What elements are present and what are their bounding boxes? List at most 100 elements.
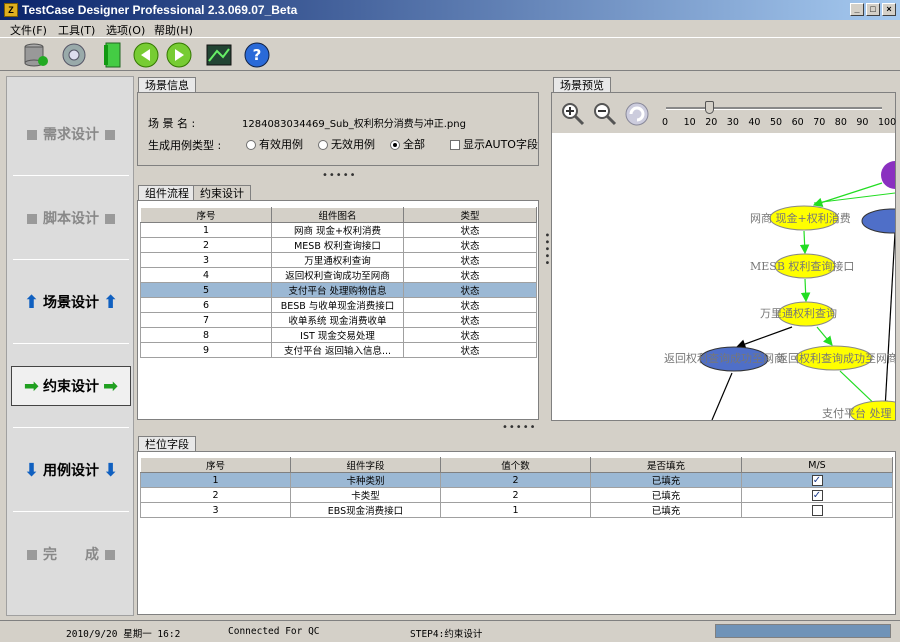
case-type-label: 生成用例类型 : (148, 139, 222, 152)
splitter-handle[interactable]: ••••• (322, 170, 357, 181)
zoom-in-icon[interactable] (560, 101, 586, 127)
nav-divider (13, 511, 129, 512)
node-label: 网商 现金+权利消费 (750, 211, 851, 225)
tab-component-flow[interactable]: 组件流程 (138, 185, 196, 201)
checkbox-label: 显示AUTO字段 (463, 138, 538, 151)
tab-fields[interactable]: 栏位字段 (138, 436, 196, 452)
ms-checkbox[interactable] (811, 504, 823, 516)
bullet-icon (105, 214, 115, 224)
table-cell: 已填充 (590, 502, 742, 518)
database-icon[interactable] (22, 41, 50, 69)
table-cell: 2 (140, 487, 291, 503)
table-row[interactable]: 3 万里通权利查询 状态 (140, 252, 537, 268)
table-row[interactable]: 2 MESB 权利查询接口 状态 (140, 237, 537, 253)
menu-file[interactable]: 文件(F) (10, 22, 47, 38)
graph-node[interactable] (881, 161, 895, 189)
tab-scene-info[interactable]: 场景信息 (138, 77, 196, 93)
app-icon: Z (4, 3, 18, 17)
toolbar: ? (0, 37, 900, 71)
back-icon[interactable] (132, 41, 160, 69)
fields-table: 序号 组件字段 值个数 是否填充 M/S 1 卡种类别 2 已填充 ✓ 2 卡类型 2 已填充 ✓… (140, 457, 893, 518)
image-icon[interactable] (205, 41, 233, 69)
table-cell: 卡类型 (290, 487, 441, 503)
tab-scene-preview[interactable]: 场景预览 (553, 77, 611, 93)
graph-node[interactable] (861, 208, 895, 234)
scene-name-label: 场 景 名 : (148, 117, 196, 130)
table-header: 序号 组件字段 值个数 是否填充 M/S (140, 457, 893, 473)
arrow-right-icon: ➡ (103, 376, 119, 397)
nav-label: 需求设计 (43, 127, 99, 143)
show-auto-checkbox[interactable]: 显示AUTO字段 (450, 136, 538, 152)
table-row[interactable]: 8 IST 现金交易处理 状态 (140, 327, 537, 343)
nav-scenario[interactable]: ⬆ 场景设计 ⬆ (11, 283, 131, 323)
window-title: TestCase Designer Professional 2.3.069.0… (22, 3, 298, 17)
nav-requirements[interactable]: 需求设计 (11, 115, 131, 155)
table-cell: 1 (440, 502, 591, 518)
ms-checkbox[interactable]: ✓ (811, 489, 823, 501)
refresh-icon[interactable] (624, 101, 650, 127)
table-cell: 万里通权利查询 (271, 252, 404, 268)
nav-constraint[interactable]: ➡ 约束设计 ➡ (11, 366, 131, 406)
table-cell: IST 现金交易处理 (271, 327, 404, 343)
preview-toolbar: 0 10 20 30 40 50 60 70 80 90 100 (552, 93, 896, 133)
nav-label: 完 成 (43, 547, 99, 563)
help-icon[interactable]: ? (243, 41, 271, 69)
column-header[interactable]: 是否填充 (590, 457, 742, 473)
bullet-icon (27, 130, 37, 140)
menu-options[interactable]: 选项(O) (106, 22, 145, 38)
column-header[interactable]: 序号 (140, 207, 272, 223)
splitter-handle[interactable]: ••••• (502, 422, 537, 433)
table-row[interactable]: 1 网商 现金+权利消费 状态 (140, 222, 537, 238)
menu-tools[interactable]: 工具(T) (58, 22, 95, 38)
table-cell: 返回权利查询成功至网商 (271, 267, 404, 283)
table-row[interactable]: 5 支付平台 处理购物信息 状态 (140, 282, 537, 298)
nav-finish[interactable]: 完 成 (11, 535, 131, 575)
table-row[interactable]: 4 返回权利查询成功至网商 状态 (140, 267, 537, 283)
status-datetime: 2010/9/20 星期一 16:2 (66, 629, 181, 640)
table-row[interactable]: 2 卡类型 2 已填充 ✓ (140, 487, 893, 503)
nav-script[interactable]: 脚本设计 (11, 199, 131, 239)
table-row[interactable]: 1 卡种类别 2 已填充 ✓ (140, 472, 893, 488)
svg-text:?: ? (253, 46, 262, 64)
zoom-tick-label: 50 (770, 117, 783, 128)
table-cell: 状态 (403, 222, 537, 238)
column-header[interactable]: 值个数 (440, 457, 591, 473)
close-button[interactable]: × (882, 3, 896, 16)
maximize-button[interactable]: □ (866, 3, 880, 16)
table-cell: 9 (140, 342, 272, 358)
nav-label: 约束设计 (43, 379, 99, 395)
status-bar: 2010/9/20 星期一 16:2 Connected For QC STEP… (0, 620, 900, 642)
radio-all[interactable]: 全部 (390, 136, 425, 152)
table-row[interactable]: 6 BESB 与收单现金消费接口 状态 (140, 297, 537, 313)
zoom-slider-thumb[interactable] (705, 101, 715, 114)
radio-label: 全部 (403, 138, 425, 151)
table-cell: 1 (140, 222, 272, 238)
zoom-slider-track[interactable] (666, 107, 882, 110)
ms-checkbox[interactable]: ✓ (811, 474, 823, 486)
column-header[interactable]: M/S (741, 457, 893, 473)
column-header[interactable]: 序号 (140, 457, 291, 473)
table-row[interactable]: 3 EBS现金消费接口 1 已填充 (140, 502, 893, 518)
zoom-tick-label: 70 (813, 117, 826, 128)
table-row[interactable]: 9 支付平台 返回输入信息... 状态 (140, 342, 537, 358)
gear-icon[interactable] (60, 41, 88, 69)
document-icon[interactable] (100, 41, 128, 69)
column-header[interactable]: 类型 (403, 207, 537, 223)
zoom-out-icon[interactable] (592, 101, 618, 127)
forward-icon[interactable] (165, 41, 193, 69)
column-header[interactable]: 组件字段 (290, 457, 441, 473)
table-cell: 支付平台 处理购物信息 (271, 282, 404, 298)
nav-divider (13, 343, 129, 344)
radio-valid[interactable]: 有效用例 (246, 136, 303, 152)
table-row[interactable]: 7 收单系统 现金消费收单 状态 (140, 312, 537, 328)
status-step: STEP4:约束设计 (410, 629, 483, 640)
table-cell: 5 (140, 282, 272, 298)
radio-invalid[interactable]: 无效用例 (318, 136, 375, 152)
menu-help[interactable]: 帮助(H) (154, 22, 193, 38)
minimize-button[interactable]: _ (850, 3, 864, 16)
fields-panel: 序号 组件字段 值个数 是否填充 M/S 1 卡种类别 2 已填充 ✓ 2 卡类型 2 已填充 ✓… (137, 451, 896, 615)
column-header[interactable]: 组件图名 (271, 207, 404, 223)
nav-testcase[interactable]: ⬇ 用例设计 ⬇ (11, 451, 131, 491)
table-cell: 7 (140, 312, 272, 328)
tab-constraint[interactable]: 约束设计 (193, 185, 251, 201)
